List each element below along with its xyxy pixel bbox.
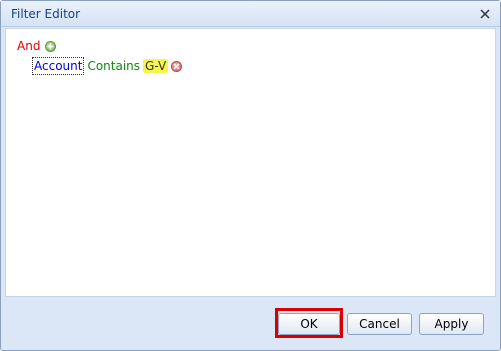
cancel-button[interactable]: Cancel <box>347 313 412 335</box>
close-icon <box>480 9 490 19</box>
add-condition-icon[interactable] <box>45 40 57 52</box>
filter-group-node: And <box>17 37 57 55</box>
remove-condition-icon[interactable] <box>171 60 183 72</box>
filter-editor-dialog: Filter Editor And Account Contains G-V O… <box>0 0 501 351</box>
apply-button[interactable]: Apply <box>419 313 484 335</box>
dialog-title: Filter Editor <box>11 7 81 21</box>
close-button[interactable] <box>478 7 492 21</box>
condition-field-label[interactable]: Account <box>32 57 85 75</box>
group-operator-label[interactable]: And <box>17 39 40 53</box>
filter-tree-area: And Account Contains G-V <box>5 28 496 297</box>
condition-value-label[interactable]: G-V <box>143 59 169 73</box>
ok-button[interactable]: OK <box>278 313 340 335</box>
dialog-titlebar[interactable]: Filter Editor <box>1 1 500 27</box>
condition-operator-label[interactable]: Contains <box>87 59 140 73</box>
filter-condition-node: Account Contains G-V <box>32 57 183 75</box>
